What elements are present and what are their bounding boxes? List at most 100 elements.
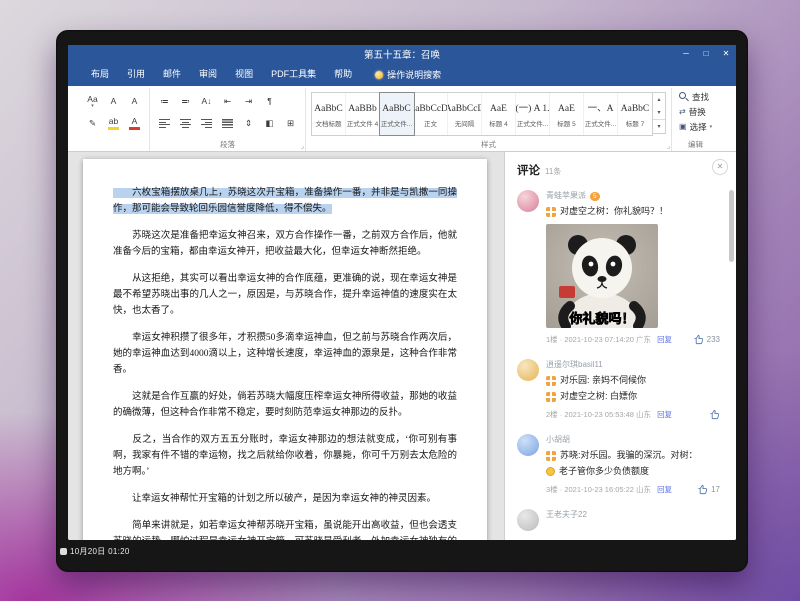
comment-text: 苏晓:对乐园。我骗的深沉。对树：: [560, 449, 698, 462]
overlay-clock: 10月20日 01:20: [60, 546, 130, 557]
maximize-icon[interactable]: □: [696, 45, 716, 63]
document-area: 六枚宝箱摆放桌几上，苏晓这次开宝箱，准备操作一番，并非是与凯撒一同操作，那可能会…: [68, 152, 504, 540]
style-card-selected[interactable]: AaBbC正式文件...: [380, 93, 414, 135]
like-button[interactable]: 17: [697, 484, 720, 495]
style-card[interactable]: AaBbC标题 7: [618, 93, 652, 135]
avatar[interactable]: [517, 359, 539, 381]
style-card[interactable]: AaBBb正式文件 4: [346, 93, 380, 135]
tell-me-search[interactable]: 操作说明搜索: [375, 68, 441, 81]
align-right-icon[interactable]: [197, 114, 216, 133]
styles-group: AaBbC文档标题 AaBBb正式文件 4 AaBbC正式文件... AaBbC…: [306, 88, 672, 151]
styles-dialog-launcher-icon[interactable]: ⌟: [667, 143, 670, 150]
monitor-frame: 第五十五章：召唤 ─ □ ✕ 布局 引用 邮件 审阅 视图 PDF工具集 帮助 …: [56, 30, 748, 572]
paragraph-group: ≔ ≕ A↓ ⇤ ⇥ ¶ ⇕ ◧ ⊞ 段落 ⌟: [150, 88, 306, 151]
tab-mailings[interactable]: 邮件: [154, 63, 190, 86]
document-title: 第五十五章：召唤: [68, 47, 736, 61]
tab-layout[interactable]: 布局: [82, 63, 118, 86]
select-button[interactable]: ▣选择▾: [677, 119, 714, 134]
like-button[interactable]: [709, 409, 720, 420]
gallery-more-icon[interactable]: ▾: [653, 119, 665, 133]
comment-username[interactable]: 逍遥尔琪basil11: [546, 359, 603, 371]
comments-count: 11条: [545, 166, 561, 177]
comment-meta: 1楼 · 2021-10-23 07:14:20 广东: [546, 334, 651, 345]
comment-item: 小胡胡 苏晓:对乐园。我骗的深沉。对树： 老子管你多少负债额度 3楼 · 202…: [517, 434, 720, 495]
align-center-icon[interactable]: [176, 114, 195, 133]
reply-button[interactable]: 回复: [657, 484, 672, 495]
editing-group-label: 编辑: [677, 138, 714, 151]
style-card[interactable]: 一、A正式文件...: [584, 93, 618, 135]
close-icon[interactable]: ✕: [716, 45, 736, 63]
gift-icon: [546, 392, 556, 402]
sort-icon[interactable]: A↓: [197, 92, 216, 111]
paragraph-dialog-launcher-icon[interactable]: ⌟: [301, 143, 304, 150]
comment-username[interactable]: 小胡胡: [546, 434, 570, 446]
user-level-badge: 5: [590, 192, 600, 201]
tab-help[interactable]: 帮助: [325, 63, 361, 86]
comment-meta: 2楼 · 2021-10-23 05:53:48 山东: [546, 409, 651, 420]
bullet-list-icon[interactable]: ≔: [155, 92, 174, 111]
paragraph: 从这拒绝，其实可以看出幸运女神的合作底蕴，更准确的说，现在幸运女神是最不希望苏晓…: [113, 271, 457, 319]
tab-view[interactable]: 视图: [226, 63, 262, 86]
comments-panel: 评论 11条 ✕ 青蛙苹果派 5 对虚空之树：你礼貌吗？！: [504, 152, 736, 540]
reply-button[interactable]: 回复: [657, 334, 672, 345]
window-controls: ─ □ ✕: [676, 45, 736, 63]
minimize-icon[interactable]: ─: [676, 45, 696, 63]
panda-meme-image[interactable]: 你礼貌吗！: [546, 224, 658, 328]
paragraph: 这就是合作互赢的好处，倘若苏晓大幅度压榨幸运女神所得收益，那她的收益的确微薄，但…: [113, 389, 457, 421]
font-color-button[interactable]: A: [125, 114, 144, 133]
tab-references[interactable]: 引用: [118, 63, 154, 86]
ribbon-tabs: 布局 引用 邮件 审阅 视图 PDF工具集 帮助 操作说明搜索: [68, 63, 736, 86]
change-case-button[interactable]: Aa▾: [83, 92, 102, 111]
increase-indent-icon[interactable]: ⇥: [239, 92, 258, 111]
style-card[interactable]: AaE标题 5: [550, 93, 584, 135]
comment-item: 逍遥尔琪basil11 对乐园: 亲妈不伺候你 对虚空之树: 白嫖你 2楼 · …: [517, 359, 720, 420]
styles-gallery-scroll: ▴ ▾ ▾: [653, 92, 666, 134]
justify-icon[interactable]: [218, 114, 237, 133]
like-button[interactable]: 233: [693, 334, 720, 345]
comment-text: 老子管你多少负债额度: [559, 465, 649, 478]
editing-group: 查找 ⇄替换 ▣选择▾ 编辑: [672, 88, 719, 151]
replace-icon: ⇄: [679, 107, 686, 116]
align-left-icon[interactable]: [155, 114, 174, 133]
borders-icon[interactable]: ⊞: [281, 114, 300, 133]
word-window: 第五十五章：召唤 ─ □ ✕ 布局 引用 邮件 审阅 视图 PDF工具集 帮助 …: [68, 45, 736, 540]
format-painter-icon[interactable]: ✎: [83, 114, 102, 133]
comment-text: 对虚空之树：你礼貌吗？！: [560, 205, 668, 218]
style-card[interactable]: (一) A 1.正式文件...: [516, 93, 550, 135]
comment-text: 对乐园: 亲妈不伺候你: [560, 374, 646, 387]
paragraph: 幸运女神积攒了很多年，才积攒50多滴幸运神血，但之前与苏晓合作两次后，她的幸运神…: [113, 330, 457, 378]
replace-button[interactable]: ⇄替换: [677, 104, 714, 119]
line-spacing-icon[interactable]: ⇕: [239, 114, 258, 133]
panel-close-icon[interactable]: ✕: [712, 159, 728, 175]
find-button[interactable]: 查找: [677, 89, 714, 104]
shading-icon[interactable]: ◧: [260, 114, 279, 133]
gallery-down-icon[interactable]: ▾: [653, 106, 665, 119]
comment-username[interactable]: 王老夫子22: [546, 509, 587, 521]
highlight-color-button[interactable]: ab: [104, 114, 123, 133]
reply-button[interactable]: 回复: [657, 409, 672, 420]
show-marks-icon[interactable]: ¶: [260, 92, 279, 111]
comment-username[interactable]: 青蛙苹果派: [546, 190, 586, 202]
style-card[interactable]: AaBbCcDd正文: [414, 93, 448, 135]
text-effects-button[interactable]: A: [104, 92, 123, 111]
style-card[interactable]: AaBbCcD无间隔: [448, 93, 482, 135]
style-card[interactable]: AaBbC文档标题: [312, 93, 346, 135]
style-card[interactable]: AaE标题 4: [482, 93, 516, 135]
title-bar: 第五十五章：召唤 ─ □ ✕: [68, 45, 736, 63]
gallery-up-icon[interactable]: ▴: [653, 93, 665, 106]
character-border-button[interactable]: A: [125, 92, 144, 111]
avatar[interactable]: [517, 434, 539, 456]
comments-scrollbar[interactable]: [729, 190, 734, 262]
avatar[interactable]: [517, 509, 539, 531]
decrease-indent-icon[interactable]: ⇤: [218, 92, 237, 111]
numbered-list-icon[interactable]: ≕: [176, 92, 195, 111]
font-group-label: [83, 138, 144, 151]
selected-text: 六枚宝箱摆放桌几上，苏晓这次开宝箱，准备操作一番，并非是与凯撒一同操作，那可能会…: [113, 188, 457, 214]
gift-icon: [546, 451, 556, 461]
tab-pdf-tools[interactable]: PDF工具集: [262, 63, 325, 86]
avatar[interactable]: [517, 190, 539, 212]
work-area: 六枚宝箱摆放桌几上，苏晓这次开宝箱，准备操作一番，并非是与凯撒一同操作，那可能会…: [68, 152, 736, 540]
document-page[interactable]: 六枚宝箱摆放桌几上，苏晓这次开宝箱，准备操作一番，并非是与凯撒一同操作，那可能会…: [83, 159, 487, 540]
coin-icon: [546, 467, 555, 476]
tab-review[interactable]: 审阅: [190, 63, 226, 86]
